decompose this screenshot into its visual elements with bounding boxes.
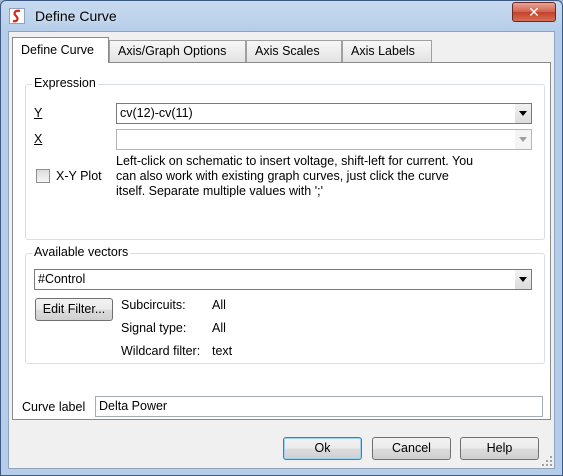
- signal-type-value: All: [212, 321, 226, 335]
- chevron-down-icon[interactable]: [514, 130, 531, 149]
- cancel-button[interactable]: Cancel: [372, 437, 451, 460]
- y-expression-combo[interactable]: cv(12)-cv(11): [116, 103, 532, 124]
- define-curve-panel: Expression Y cv(12)-cv(11) X X-Y Plot Le…: [12, 62, 551, 420]
- x-expression-combo[interactable]: [116, 129, 532, 150]
- tab-axis-scales[interactable]: Axis Scales: [246, 40, 342, 62]
- simetrix-app-icon: [9, 8, 25, 24]
- chevron-down-icon[interactable]: [514, 104, 531, 123]
- resize-grip-icon[interactable]: [541, 455, 553, 467]
- define-curve-dialog: Define Curve ✕ Define Curve Axis/Graph O…: [0, 0, 563, 476]
- tab-define-curve[interactable]: Define Curve: [12, 37, 109, 63]
- wildcard-filter-value: text: [212, 344, 233, 358]
- tab-axis-labels[interactable]: Axis Labels: [342, 40, 432, 62]
- vectors-combo[interactable]: #Control: [34, 269, 532, 290]
- curve-label-value: Delta Power: [99, 399, 168, 413]
- y-expression-value: cv(12)-cv(11): [120, 106, 193, 120]
- expression-group: Expression Y cv(12)-cv(11) X X-Y Plot Le…: [25, 76, 545, 240]
- edit-filter-label: Edit Filter...: [42, 302, 106, 316]
- title-bar[interactable]: Define Curve ✕: [1, 1, 562, 31]
- tab-axis-graph-options[interactable]: Axis/Graph Options: [109, 40, 246, 62]
- x-label: X: [34, 132, 43, 146]
- window-title: Define Curve: [35, 8, 117, 24]
- close-button[interactable]: ✕: [512, 2, 556, 22]
- y-label: Y: [34, 106, 43, 120]
- ok-button[interactable]: Ok: [283, 437, 362, 460]
- signal-type-label: Signal type:: [121, 321, 187, 335]
- expression-hint-text: Left-click on schematic to insert voltag…: [116, 154, 474, 197]
- available-vectors-group: Available vectors #Control Edit Filter..…: [25, 245, 545, 364]
- vectors-selected-value: #Control: [38, 272, 86, 286]
- chevron-down-icon[interactable]: [514, 270, 531, 289]
- available-vectors-group-title: Available vectors: [32, 245, 131, 259]
- cancel-label: Cancel: [392, 441, 431, 455]
- xy-plot-label[interactable]: X-Y Plot: [56, 169, 102, 183]
- xy-plot-checkbox[interactable]: [36, 169, 50, 183]
- help-label: Help: [486, 441, 513, 455]
- expression-group-title: Expression: [32, 76, 98, 90]
- ok-label: Ok: [314, 441, 331, 455]
- help-button[interactable]: Help: [460, 437, 539, 460]
- dialog-client-area: Define Curve Axis/Graph Options Axis Sca…: [8, 31, 555, 469]
- curve-label-input[interactable]: Delta Power: [95, 396, 543, 417]
- subcircuits-value: All: [212, 298, 226, 312]
- subcircuits-label: Subcircuits:: [121, 298, 186, 312]
- curve-label-caption: Curve label: [22, 400, 86, 414]
- wildcard-filter-label: Wildcard filter:: [121, 344, 201, 358]
- edit-filter-button[interactable]: Edit Filter...: [35, 298, 113, 321]
